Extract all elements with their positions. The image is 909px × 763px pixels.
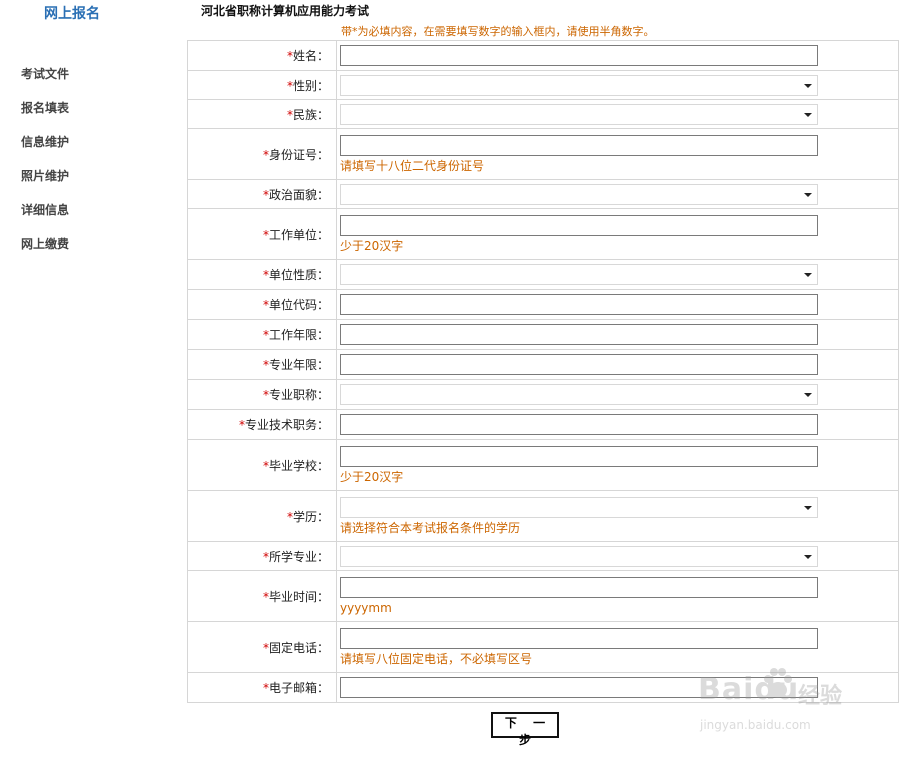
- employer-type-select[interactable]: [340, 264, 818, 285]
- field-label: *性别：: [187, 70, 337, 100]
- form-row-graduation-date: *毕业时间： yyyymm: [187, 570, 899, 622]
- watermark-brand-cn: 经验: [798, 684, 843, 709]
- page-title: 河北省职称计算机应用能力考试: [201, 4, 370, 18]
- education-hint: 请选择符合本考试报名条件的学历: [340, 521, 521, 535]
- field-label: *单位性质：: [187, 259, 337, 290]
- sidebar: 网上报名 考试文件 报名填表 信息维护 照片维护 详细信息 网上缴费: [0, 0, 180, 763]
- professional-title-select[interactable]: [340, 384, 818, 405]
- form-row-school: *毕业学校： 少于20汉字: [187, 439, 899, 491]
- field-label: *电子邮箱：: [187, 672, 337, 703]
- id-number-hint: 请填写十八位二代身份证号: [340, 159, 485, 173]
- required-notice: 带*为必填内容，在需要填写数字的输入框内，请使用半角数字。: [341, 25, 655, 38]
- school-hint: 少于20汉字: [340, 470, 404, 484]
- major-select[interactable]: [340, 545, 818, 567]
- field-label: *工作年限：: [187, 319, 337, 350]
- field-label: *毕业学校：: [187, 439, 337, 491]
- sidebar-item-online-payment[interactable]: 网上缴费: [21, 234, 69, 268]
- school-input[interactable]: [340, 446, 818, 467]
- chevron-down-icon: [804, 554, 812, 559]
- political-status-select[interactable]: [340, 183, 818, 205]
- sidebar-item-info-maintenance[interactable]: 信息维护: [21, 132, 69, 166]
- id-number-input[interactable]: [340, 135, 818, 156]
- field-label: *专业技术职务：: [187, 409, 337, 440]
- form-row-gender: *性别：: [187, 70, 899, 100]
- education-select[interactable]: [340, 497, 818, 518]
- employer-code-input[interactable]: [340, 294, 818, 315]
- form-row-professional-title: *专业职称：: [187, 379, 899, 410]
- gender-select[interactable]: [340, 74, 818, 96]
- sidebar-item-exam-docs[interactable]: 考试文件: [21, 64, 69, 98]
- baidu-jingyan-watermark: Baidu 经验 jingyan.baidu.com: [698, 660, 868, 740]
- field-label: *毕业时间：: [187, 570, 337, 622]
- chevron-down-icon: [804, 393, 812, 397]
- employer-input[interactable]: [340, 215, 818, 236]
- employer-hint: 少于20汉字: [340, 239, 404, 253]
- graduation-date-input[interactable]: [340, 577, 818, 598]
- form-row-professional-years: *专业年限：: [187, 349, 899, 380]
- field-label: *学历：: [187, 490, 337, 542]
- form-row-work-years: *工作年限：: [187, 319, 899, 350]
- registration-form: *姓名： *性别： *民族： *身份证号： 请填写十八位二代身份证号 *政治面貌…: [187, 40, 899, 703]
- chevron-down-icon: [804, 112, 812, 117]
- form-row-id-number: *身份证号： 请填写十八位二代身份证号: [187, 128, 899, 180]
- form-row-political-status: *政治面貌：: [187, 179, 899, 209]
- field-label: *所学专业：: [187, 541, 337, 571]
- professional-years-input[interactable]: [340, 354, 818, 375]
- watermark-site: jingyan.baidu.com: [700, 718, 811, 732]
- ethnicity-select[interactable]: [340, 103, 818, 125]
- sidebar-brand[interactable]: 网上报名: [44, 3, 100, 23]
- field-label: *政治面貌：: [187, 179, 337, 209]
- field-label: *单位代码：: [187, 289, 337, 320]
- sidebar-item-detail-info[interactable]: 详细信息: [21, 200, 69, 234]
- sidebar-menu: 考试文件 报名填表 信息维护 照片维护 详细信息 网上缴费: [21, 64, 69, 268]
- chevron-down-icon: [804, 273, 812, 277]
- sidebar-item-registration-form[interactable]: 报名填表: [21, 98, 69, 132]
- field-label: *工作单位：: [187, 208, 337, 260]
- field-label: *专业职称：: [187, 379, 337, 410]
- chevron-down-icon: [804, 506, 812, 510]
- sidebar-item-photo-maintenance[interactable]: 照片维护: [21, 166, 69, 200]
- form-row-employer: *工作单位： 少于20汉字: [187, 208, 899, 260]
- field-label: *民族：: [187, 99, 337, 129]
- technical-position-input[interactable]: [340, 414, 818, 435]
- form-row-employer-type: *单位性质：: [187, 259, 899, 290]
- field-label: *姓名：: [187, 40, 337, 71]
- form-row-employer-code: *单位代码：: [187, 289, 899, 320]
- paw-icon: [764, 668, 792, 698]
- form-row-technical-position: *专业技术职务：: [187, 409, 899, 440]
- chevron-down-icon: [804, 83, 812, 88]
- next-step-button[interactable]: 下 一 步: [491, 712, 559, 747]
- landline-input[interactable]: [340, 628, 818, 649]
- form-row-ethnicity: *民族：: [187, 99, 899, 129]
- field-label: *身份证号：: [187, 128, 337, 180]
- field-label: *专业年限：: [187, 349, 337, 380]
- form-row-major: *所学专业：: [187, 541, 899, 571]
- form-row-name: *姓名：: [187, 40, 899, 71]
- chevron-down-icon: [804, 192, 812, 197]
- graduation-date-hint: yyyymm: [340, 601, 392, 615]
- form-row-education: *学历： 请选择符合本考试报名条件的学历: [187, 490, 899, 542]
- name-input[interactable]: [340, 45, 818, 66]
- work-years-input[interactable]: [340, 324, 818, 345]
- field-label: *固定电话：: [187, 621, 337, 673]
